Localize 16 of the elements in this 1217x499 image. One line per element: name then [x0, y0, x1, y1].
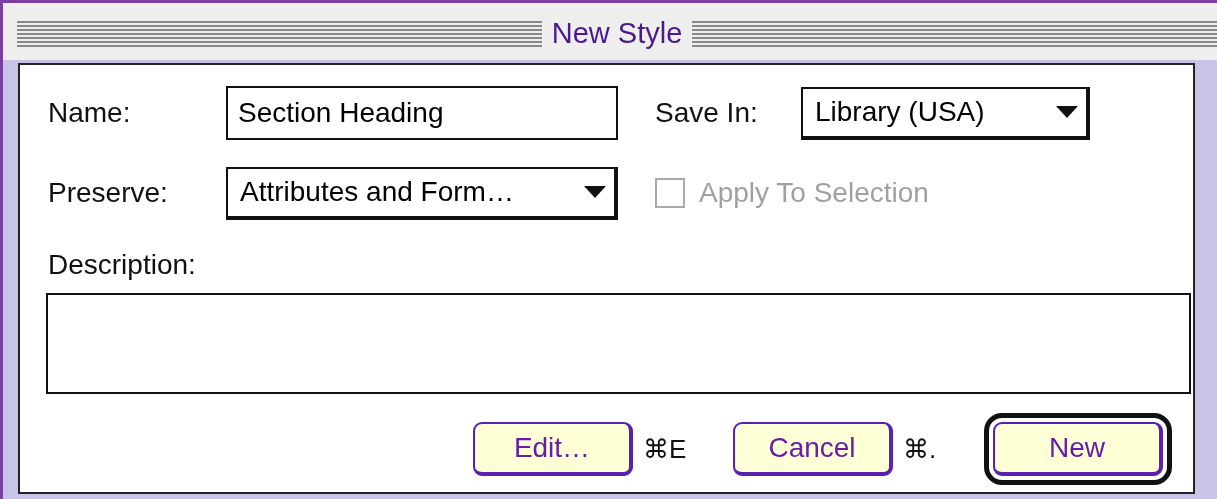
name-field[interactable]: Section Heading — [226, 86, 618, 140]
name-label: Name: — [48, 97, 132, 129]
preserve-label: Preserve: — [48, 177, 169, 209]
dialog-button[interactable]: Edit… — [473, 422, 633, 476]
apply-label: Apply To Selection — [699, 177, 929, 209]
save-in-label: Save In: — [655, 97, 759, 129]
window-title: New Style — [551, 17, 683, 50]
caret-icon — [584, 186, 606, 198]
save-in-dropdown[interactable]: Library (USA) — [801, 86, 1090, 140]
dialog-button[interactable]: Cancel — [733, 422, 893, 476]
shortcut-label: ⌘. — [902, 433, 938, 465]
description-field[interactable] — [46, 293, 1191, 394]
caret-icon — [1056, 106, 1078, 118]
description-label: Description: — [48, 249, 196, 281]
shortcut-label: ⌘E — [642, 433, 688, 465]
preserve-dropdown[interactable]: Attributes and Form… — [226, 166, 618, 220]
